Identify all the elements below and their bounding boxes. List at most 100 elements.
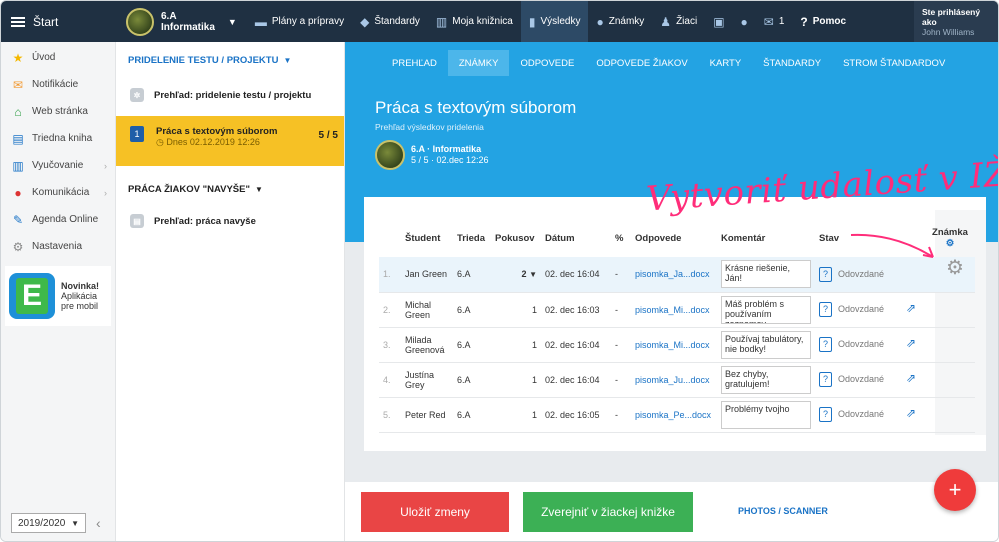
help-icon[interactable]: ? (819, 266, 832, 282)
annotation-arrow (850, 233, 934, 258)
row-number: 5. (379, 397, 401, 433)
school-year-select[interactable]: 2019/2020 ▼ (11, 513, 86, 533)
attempts-value: 1 (491, 362, 541, 398)
answer-file-link[interactable]: pisomka_Mi...docx (631, 292, 717, 328)
tab-standards[interactable]: ŠTANDARDY (752, 50, 832, 76)
nav-plans[interactable]: ▬ Plány a prípravy (247, 1, 352, 42)
nav-grades[interactable]: ● Známky (588, 1, 652, 42)
sidebar-item-classbook[interactable]: ▤ Triedna kniha (1, 125, 115, 152)
nav-chat[interactable]: ● (733, 1, 756, 42)
action-bar: Uložiť zmeny Zverejniť v žiackej knižke … (345, 482, 998, 541)
col-student[interactable]: Študent (401, 219, 453, 257)
extra-work-overview-item[interactable]: ▤ Prehľad: práca navyše (116, 204, 344, 238)
nav-results[interactable]: ▮ Výsledky (520, 1, 589, 42)
item-label: Prehľad: práca navyše (154, 215, 256, 227)
student-class: 6.A (453, 257, 491, 293)
student-name: Milada Greenová (401, 327, 453, 363)
active-assignment-item[interactable]: 1 Práca s textovým súborom ◷ Dnes 02.12.… (116, 116, 344, 166)
help-icon[interactable]: ? (819, 302, 832, 317)
sidebar-item-teaching[interactable]: ▥ Vyučovanie › (1, 152, 115, 179)
gear-icon[interactable]: ⚙ (946, 255, 964, 280)
class-selector[interactable]: 6.A Informatika ▼ (116, 1, 247, 42)
external-link-icon[interactable]: ⇗ (906, 336, 916, 350)
class-code: 6.A (161, 10, 177, 22)
comment-field[interactable]: Krásne riešenie, Ján! (721, 260, 811, 289)
col-date[interactable]: Dátum (541, 219, 611, 257)
sidebar-item-label: Triedna kniha (32, 133, 93, 144)
answer-file-link[interactable]: pisomka_Ja...docx (631, 257, 717, 293)
tab-student-answers[interactable]: ODPOVEDE ŽIAKOV (585, 50, 698, 76)
sidebar-item-web[interactable]: ⌂ Web stránka (1, 98, 115, 125)
section-title: PRIDELENIE TESTU / PROJEKTU (128, 54, 279, 66)
answer-file-link[interactable]: pisomka_Mi...docx (631, 327, 717, 363)
assignment-title: Práca s textovým súborom (156, 126, 278, 137)
school-year-value: 2019/2020 (18, 517, 66, 529)
sidebar-item-home[interactable]: ★ Úvod (1, 44, 115, 71)
tab-cards[interactable]: KARTY (699, 50, 753, 76)
external-link-icon[interactable]: ⇗ (906, 371, 916, 385)
nav-screen[interactable]: ▣ (705, 1, 732, 42)
nav-students[interactable]: ♟ Žiaci (652, 1, 705, 42)
col-percent[interactable]: % (611, 219, 631, 257)
add-fab-button[interactable]: + (934, 469, 976, 511)
class-avatar (375, 140, 405, 170)
sidebar-item-notifications[interactable]: ✉ Notifikácie (1, 71, 115, 98)
assignment-overview-item[interactable]: ✲ Prehľad: pridelenie testu / projektu (116, 78, 344, 112)
chevron-right-icon: › (104, 160, 107, 171)
nav-mail[interactable]: ✉ 1 (756, 1, 793, 42)
table-row[interactable]: 4. Justína Grey 6.A 1 02. dec 16:04 - pi… (379, 362, 975, 398)
tab-answers[interactable]: ODPOVEDE (509, 50, 585, 76)
tab-standards-tree[interactable]: STROM ŠTANDARDOV (832, 50, 956, 76)
top-bar: Štart 6.A Informatika ▼ ▬ Plány a príprav… (1, 1, 998, 42)
table-row[interactable]: 3. Milada Greenová 6.A 1 02. dec 16:04 -… (379, 327, 975, 363)
external-link-icon[interactable]: ⇗ (906, 406, 916, 420)
collapse-sidebar-icon[interactable]: ‹ (96, 515, 101, 531)
home-icon: ⌂ (14, 104, 22, 119)
comment-field[interactable]: Bez chyby, gratulujem! (721, 365, 811, 394)
col-class[interactable]: Trieda (453, 219, 491, 257)
status-text: Odovzdané (838, 374, 885, 384)
mobile-app-promo[interactable]: E Novinka! Aplikácia pre mobil (5, 266, 111, 326)
promo-title: Novinka! (61, 281, 100, 291)
help-icon[interactable]: ? (819, 407, 832, 422)
user-info[interactable]: Ste prihlásený ako John Williams (914, 1, 998, 42)
help-icon[interactable]: ? (819, 337, 832, 352)
hamburger-icon (11, 16, 25, 27)
save-changes-button[interactable]: Uložiť zmeny (361, 492, 509, 532)
col-attempts[interactable]: Pokusov (491, 219, 541, 257)
table-row[interactable]: 2. Michal Green 6.A 1 02. dec 16:03 - pi… (379, 292, 975, 328)
section-assignment-header[interactable]: PRIDELENIE TESTU / PROJEKTU ▼ (116, 42, 344, 78)
help-icon[interactable]: ? (819, 372, 832, 387)
nav-library[interactable]: ▥ Moja knižnica (428, 1, 521, 42)
sidebar-item-agenda[interactable]: ✎ Agenda Online (1, 206, 115, 233)
photos-scanner-link[interactable]: PHOTOS / SCANNER (738, 506, 828, 516)
answer-file-link[interactable]: pisomka_Pe...docx (631, 397, 717, 433)
publish-button[interactable]: Zverejniť v žiackej knižke (523, 492, 693, 532)
tab-overview[interactable]: PREHĽAD (381, 50, 448, 76)
col-comment[interactable]: Komentár (717, 219, 815, 257)
comment-field[interactable]: Používaj tabulátory, nie bodky! (721, 330, 811, 359)
col-answers[interactable]: Odpovede (631, 219, 717, 257)
percent: - (611, 327, 631, 363)
section-extra-header[interactable]: PRÁCA ŽIAKOV "NAVYŠE" ▼ (116, 174, 344, 204)
assignment-count: 5 / 5 (318, 130, 338, 141)
external-link-icon[interactable]: ⇗ (906, 301, 916, 315)
tab-grades[interactable]: ZNÁMKY (447, 50, 510, 76)
start-menu-button[interactable]: Štart (1, 1, 116, 42)
sidebar-item-label: Agenda Online (32, 214, 99, 225)
chevron-down-icon: ▼ (254, 184, 263, 194)
percent: - (611, 257, 631, 293)
nav-help-label: Pomoc (812, 16, 847, 27)
attempts-select[interactable]: 2 ▼ (491, 257, 541, 293)
sidebar-item-settings[interactable]: ⚙ Nastavenia (1, 233, 115, 260)
submit-date: 02. dec 16:04 (541, 362, 611, 398)
nav-standards[interactable]: ◆ Štandardy (352, 1, 428, 42)
nav-results-label: Výsledky (540, 16, 581, 27)
table-row[interactable]: 5. Peter Red 6.A 1 02. dec 16:05 - pisom… (379, 397, 975, 433)
comment-field[interactable]: Máš problém s používaním zoznamov. (721, 295, 811, 324)
comment-field[interactable]: Problémy tvojho (721, 400, 811, 429)
nav-help[interactable]: ? Pomoc (792, 1, 854, 42)
left-sidebar: ★ Úvod ✉ Notifikácie ⌂ Web stránka ▤ Triedna… (1, 42, 116, 541)
sidebar-item-communication[interactable]: ● Komunikácia › (1, 179, 115, 206)
answer-file-link[interactable]: pisomka_Ju...docx (631, 362, 717, 398)
